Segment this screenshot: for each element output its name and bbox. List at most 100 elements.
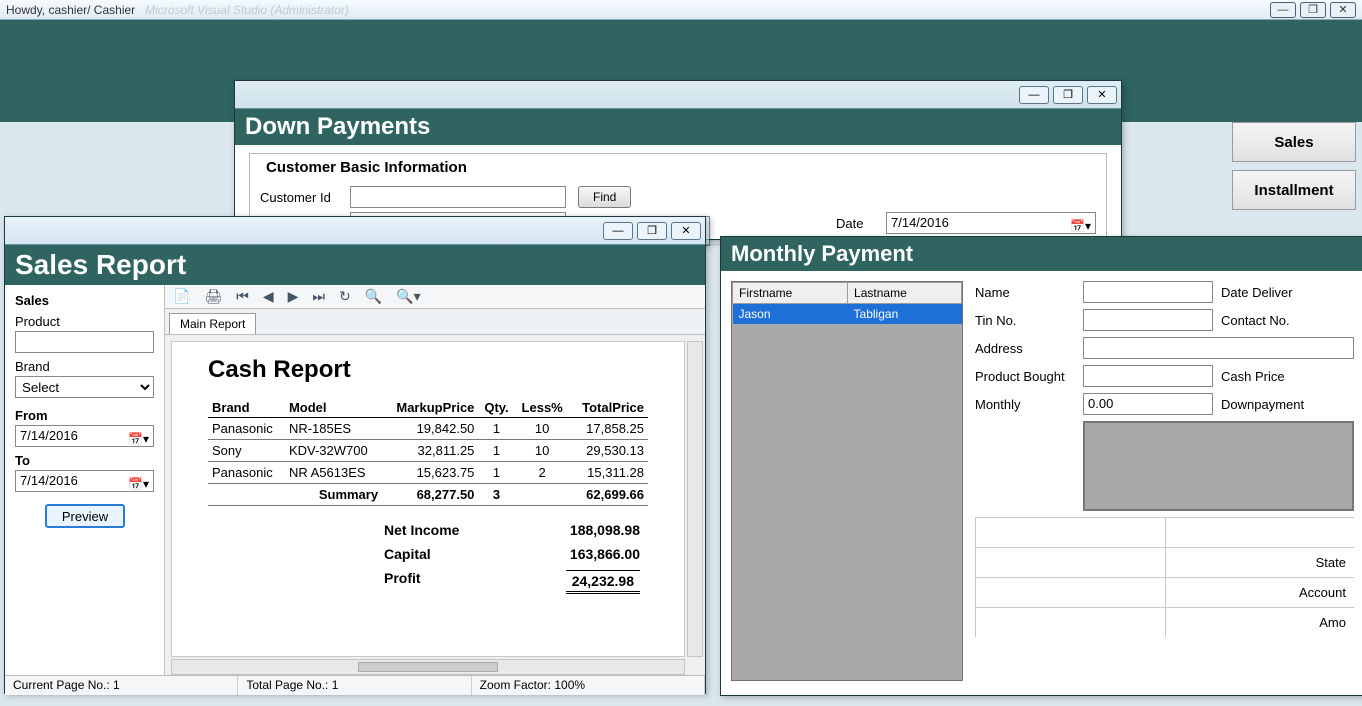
sr-brand-select[interactable]: Select — [15, 376, 154, 398]
mp-product-input[interactable] — [1083, 365, 1213, 387]
mp-account-label: Account — [1165, 578, 1355, 607]
dp-group-title: Customer Basic Information — [262, 159, 471, 176]
mp-monthly-value: 0.00 — [1088, 396, 1113, 411]
sr-status-page: Current Page No.: 1 — [5, 676, 238, 695]
app-title: Howdy, cashier/ Cashier — [6, 3, 135, 17]
mp-tin-input[interactable] — [1083, 309, 1213, 331]
sr-statusbar: Current Page No.: 1 Total Page No.: 1 Zo… — [5, 675, 705, 695]
print-icon[interactable]: 🖨 — [204, 288, 222, 305]
sr-tabstrip: Main Report — [165, 309, 705, 335]
sr-to-label: To — [15, 453, 154, 468]
col-qty: Qty. — [478, 398, 514, 418]
dp-customer-id-input[interactable] — [350, 186, 566, 208]
export-icon[interactable]: 📄 — [173, 288, 190, 305]
net-income-value: 188,098.98 — [570, 522, 640, 538]
col-markup: MarkupPrice — [382, 398, 478, 418]
mp-product-label: Product Bought — [975, 369, 1075, 384]
app-titlebar: Howdy, cashier/ Cashier Microsoft Visual… — [0, 0, 1362, 20]
installment-button[interactable]: Installment — [1232, 170, 1356, 210]
next-page-icon[interactable]: ▶ — [288, 288, 299, 305]
sr-main-report-tab[interactable]: Main Report — [169, 313, 256, 334]
sr-report-toolbar: 📄 🖨 ⏮ ◀ ▶ ⏭ ↻ 🔍 🔍▾ — [165, 285, 705, 309]
mp-contact-label: Contact No. — [1221, 313, 1321, 328]
dp-find-button[interactable]: Find — [578, 186, 631, 208]
mp-date-deliver-label: Date Deliver — [1221, 285, 1321, 300]
sr-from-label: From — [15, 408, 154, 423]
dp-date-picker[interactable]: 7/14/2016 📅▾ — [886, 212, 1096, 234]
sr-from-date[interactable]: 7/14/2016 📅▾ — [15, 425, 154, 447]
dp-heading: Down Payments — [235, 109, 1121, 145]
dp-date-label: Date — [836, 216, 886, 231]
sr-close-button[interactable]: ✕ — [671, 222, 701, 240]
app-minimize-button[interactable]: — — [1270, 2, 1296, 18]
sr-filter-panel: Sales Product Brand Select From 7/14/201… — [5, 285, 165, 675]
sr-vertical-scrollbar[interactable] — [687, 341, 703, 657]
sr-maximize-button[interactable]: ❐ — [637, 222, 667, 240]
sr-brand-label: Brand — [15, 359, 154, 374]
table-row: SonyKDV-32W70032,811.2511029,530.13 — [208, 440, 648, 462]
capital-value: 163,866.00 — [570, 546, 640, 562]
table-row: PanasonicNR A5613ES15,623.751215,311.28 — [208, 462, 648, 484]
sr-product-input[interactable] — [15, 331, 154, 353]
sr-report-page: Cash Report Brand Model MarkupPrice Qty.… — [171, 341, 685, 657]
col-less: Less% — [515, 398, 570, 418]
profit-value: 24,232.98 — [566, 570, 640, 594]
app-close-button[interactable]: ✕ — [1330, 2, 1356, 18]
dp-maximize-button[interactable]: ❐ — [1053, 86, 1083, 104]
sr-preview-button[interactable]: Preview — [45, 504, 125, 528]
find-icon[interactable]: 🔍 — [365, 288, 382, 305]
summary-qty: 3 — [478, 484, 514, 506]
sales-button[interactable]: Sales — [1232, 122, 1356, 162]
mp-schedule-grid[interactable] — [1083, 421, 1354, 511]
mp-monthly-label: Monthly — [975, 397, 1075, 412]
dp-close-button[interactable]: ✕ — [1087, 86, 1117, 104]
monthly-payment-window: Monthly Payment Firstname Lastname Jason… — [720, 236, 1362, 696]
table-row: PanasonicNR-185ES19,842.5011017,858.25 — [208, 418, 648, 440]
mp-heading: Monthly Payment — [721, 237, 1362, 271]
summary-markup: 68,277.50 — [382, 484, 478, 506]
mp-cashprice-label: Cash Price — [1221, 369, 1321, 384]
mp-col-firstname: Firstname — [733, 283, 848, 304]
col-brand: Brand — [208, 398, 285, 418]
dp-minimize-button[interactable]: — — [1019, 86, 1049, 104]
mp-address-input[interactable] — [1083, 337, 1354, 359]
mp-col-lastname: Lastname — [848, 283, 962, 304]
prev-page-icon[interactable]: ◀ — [263, 288, 274, 305]
dp-date-value: 7/14/2016 — [891, 215, 949, 230]
sales-report-window: — ❐ ✕ Sales Report Sales Product Brand S… — [4, 216, 706, 694]
summary-total: 62,699.66 — [570, 484, 648, 506]
sr-to-date[interactable]: 7/14/2016 📅▾ — [15, 470, 154, 492]
sr-status-zoom: Zoom Factor: 100% — [472, 676, 705, 695]
mp-lower-grid: State Account Amo — [975, 517, 1354, 637]
mp-form: Name Date Deliver Tin No. Contact No. Ad… — [975, 281, 1354, 681]
col-total: TotalPrice — [570, 398, 648, 418]
sr-to-value: 7/14/2016 — [20, 473, 78, 488]
mp-customer-grid[interactable]: Firstname Lastname JasonTabligan — [731, 281, 963, 681]
vs-caption: Microsoft Visual Studio (Administrator) — [145, 3, 349, 17]
summary-label: Summary — [285, 484, 382, 506]
dp-customer-id-label: Customer Id — [260, 190, 350, 205]
table-row[interactable]: JasonTabligan — [733, 304, 962, 325]
calendar-icon: 📅▾ — [1070, 216, 1091, 236]
mp-name-input[interactable] — [1083, 281, 1213, 303]
sr-product-label: Product — [15, 314, 154, 329]
net-income-label: Net Income — [384, 522, 459, 538]
sr-horizontal-scrollbar[interactable] — [171, 659, 685, 675]
sr-status-total: Total Page No.: 1 — [238, 676, 471, 695]
sr-report-table: Brand Model MarkupPrice Qty. Less% Total… — [208, 398, 648, 506]
sr-minimize-button[interactable]: — — [603, 222, 633, 240]
right-nav: Sales Installment — [1232, 122, 1356, 210]
sr-chrome: — ❐ ✕ — [5, 217, 705, 245]
first-page-icon[interactable]: ⏮ — [236, 288, 249, 305]
last-page-icon[interactable]: ⏭ — [312, 288, 325, 305]
sr-section-label: Sales — [15, 293, 154, 308]
down-payments-chrome: — ❐ ✕ — [235, 81, 1121, 109]
zoom-icon[interactable]: 🔍▾ — [396, 288, 420, 305]
mp-amount-label: Amo — [1165, 608, 1355, 637]
sr-heading: Sales Report — [5, 245, 705, 285]
app-maximize-button[interactable]: ❐ — [1300, 2, 1326, 18]
mp-tin-label: Tin No. — [975, 313, 1075, 328]
mp-address-label: Address — [975, 341, 1075, 356]
refresh-icon[interactable]: ↻ — [339, 288, 351, 305]
mp-monthly-input[interactable]: 0.00 — [1083, 393, 1213, 415]
